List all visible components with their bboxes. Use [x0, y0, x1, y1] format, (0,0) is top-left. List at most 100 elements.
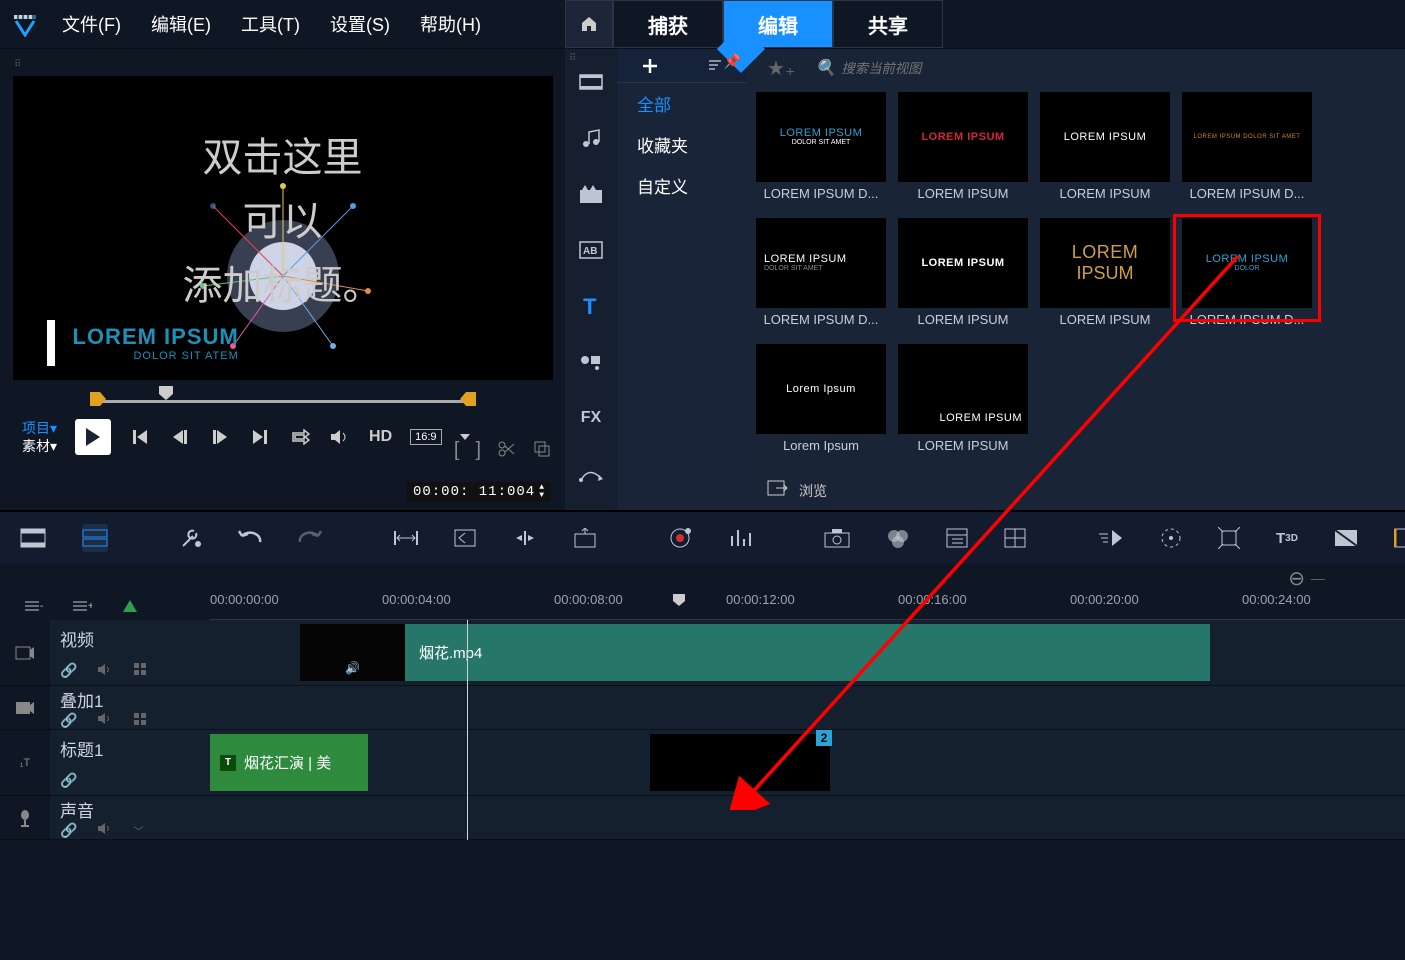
split-clip-icon[interactable]	[497, 439, 517, 462]
title-clip-2[interactable]: 2	[650, 734, 830, 791]
tl-color-icon[interactable]	[886, 524, 910, 552]
title-preset-thumb[interactable]: LOREM IPSUM LOREM IPSUM	[1035, 218, 1175, 342]
title-preset-thumb[interactable]: Lorem Ipsum Lorem Ipsum	[751, 344, 891, 468]
tl-eject-icon[interactable]	[574, 524, 596, 552]
tl-motion-icon[interactable]	[1098, 524, 1124, 552]
volume-icon[interactable]	[329, 426, 351, 448]
track-name-title[interactable]: 标题1	[60, 736, 200, 761]
lib-cat-all[interactable]: 全部	[617, 83, 747, 124]
step-back-icon[interactable]	[169, 426, 191, 448]
mark-in-button[interactable]: [	[454, 439, 460, 462]
panel-grip[interactable]: ⠿	[8, 57, 557, 72]
title-preset-thumb[interactable]: LOREM IPSUM DOLOR SIT AMET LOREM IPSUM D…	[751, 218, 891, 342]
title-preset-thumb[interactable]: LOREM IPSUM DOLOR SIT AMET LOREM IPSUM D…	[1177, 92, 1317, 216]
tl-expand-icon[interactable]	[512, 524, 538, 552]
hd-badge[interactable]: HD	[369, 428, 392, 446]
browse-label[interactable]: 浏览	[799, 481, 827, 501]
lib-cat-favorites[interactable]: 收藏夹	[617, 124, 747, 165]
tab-capture[interactable]: 捕获	[613, 0, 723, 48]
title-preset-thumb[interactable]: LOREM IPSUM DOLOR LOREM IPSUM D...	[1177, 218, 1317, 342]
track-expand-icon[interactable]: +	[68, 592, 96, 620]
tl-zoom-selection-icon[interactable]	[454, 524, 476, 552]
step-fwd-icon[interactable]	[209, 426, 231, 448]
track-dropdown-icon[interactable]: ﹀	[133, 823, 143, 838]
tc-down-icon[interactable]: ▼	[539, 492, 545, 500]
tl-fit-icon[interactable]	[394, 524, 418, 552]
copy-icon[interactable]	[533, 440, 551, 461]
timeline-playhead[interactable]	[467, 620, 468, 840]
ruler-playhead-marker[interactable]	[672, 594, 686, 606]
tl-mask-icon[interactable]	[1334, 524, 1358, 552]
lib-cat-custom[interactable]: 自定义	[617, 165, 747, 206]
menu-tools[interactable]: 工具(T)	[241, 11, 300, 37]
browse-out-icon[interactable]	[767, 480, 789, 501]
track-link-icon[interactable]: 🔗	[60, 662, 77, 679]
tl-track-motion-icon[interactable]	[1160, 524, 1182, 552]
lib-effects-icon[interactable]	[578, 181, 604, 207]
tl-grid-icon[interactable]	[1004, 524, 1026, 552]
track-mute-icon[interactable]	[97, 663, 113, 679]
video-clip[interactable]: 🔊 烟花.mp4	[300, 624, 1210, 681]
title-preset-thumb[interactable]: LOREM IPSUM LOREM IPSUM	[1035, 92, 1175, 216]
track-fx-icon[interactable]	[133, 662, 147, 679]
aspect-ratio-badge[interactable]: 16:9	[410, 429, 441, 445]
track-collapse-icon[interactable]: -	[20, 592, 48, 620]
go-start-icon[interactable]	[129, 426, 151, 448]
preview-scrubber[interactable]	[98, 400, 468, 403]
loop-icon[interactable]	[289, 426, 311, 448]
lib-audio-icon[interactable]	[578, 125, 604, 151]
lib-add-button[interactable]	[617, 49, 682, 82]
mode-project[interactable]: 项目▾	[22, 419, 57, 437]
track-name-audio[interactable]: 声音	[60, 797, 200, 822]
lib-titles-icon[interactable]: T	[578, 293, 604, 319]
pin-icon[interactable]: 📌	[724, 53, 741, 70]
lib-fx-icon[interactable]: FX	[578, 405, 604, 431]
mark-in-handle[interactable]	[90, 392, 106, 406]
tl-audio-mixer-icon[interactable]	[728, 524, 752, 552]
play-button[interactable]	[75, 419, 111, 455]
lib-graphics-icon[interactable]	[578, 349, 604, 375]
timecode-display[interactable]: 00:00: 11:004 ▲▼	[407, 482, 551, 502]
lib-media-icon[interactable]	[578, 69, 604, 95]
go-end-icon[interactable]	[249, 426, 271, 448]
tl-multicam-icon[interactable]	[1218, 524, 1240, 552]
mark-out-button[interactable]: ]	[475, 439, 481, 462]
mode-clip[interactable]: 素材▾	[22, 437, 57, 455]
tl-undo-icon[interactable]	[238, 524, 262, 552]
track-mute-icon[interactable]	[97, 712, 113, 728]
tl-storyboard-icon[interactable]	[20, 524, 46, 552]
scrubber-position-marker[interactable]	[157, 386, 175, 400]
track-name-overlay[interactable]: 叠加1	[60, 687, 200, 712]
tl-timeline-icon[interactable]	[82, 524, 108, 552]
zoom-out-icon[interactable]: ⊖	[1288, 566, 1305, 591]
track-add-icon[interactable]	[116, 592, 144, 620]
mark-out-handle[interactable]	[460, 392, 476, 406]
tab-share[interactable]: 共享	[833, 0, 943, 48]
track-name-video[interactable]: 视频	[60, 626, 200, 651]
tl-snapshot-icon[interactable]	[824, 524, 850, 552]
title-preset-thumb[interactable]: LOREM IPSUM LOREM IPSUM	[893, 344, 1033, 468]
track-link-icon[interactable]: 🔗	[60, 712, 77, 729]
lib-path-icon[interactable]	[578, 461, 604, 487]
lib-favorite-star-icon[interactable]: ★₊	[767, 56, 796, 81]
title-preset-thumb[interactable]: LOREM IPSUM LOREM IPSUM	[893, 92, 1033, 216]
menu-settings[interactable]: 设置(S)	[330, 11, 390, 37]
tl-redo-icon[interactable]	[298, 524, 322, 552]
track-fx-icon[interactable]	[133, 712, 147, 729]
track-link-icon[interactable]: 🔗	[60, 822, 77, 839]
title-clip-1[interactable]: T 烟花汇演 | 美	[210, 734, 368, 791]
title-preset-thumb[interactable]: LOREM IPSUM LOREM IPSUM	[893, 218, 1033, 342]
tl-chapter-icon[interactable]	[946, 524, 968, 552]
library-search-input[interactable]	[841, 61, 1141, 76]
menu-file[interactable]: 文件(F)	[62, 11, 121, 37]
home-button[interactable]	[565, 0, 613, 48]
preview-viewport[interactable]: 双击这里 可以 添加标题。 LOREM IPSUM DOLOR SIT ATEM	[13, 76, 553, 380]
track-mute-icon[interactable]	[97, 822, 113, 838]
menu-edit[interactable]: 编辑(E)	[151, 11, 211, 37]
lib-transitions-icon[interactable]: AB	[578, 237, 604, 263]
menu-help[interactable]: 帮助(H)	[420, 11, 481, 37]
tl-tools-icon[interactable]	[180, 524, 202, 552]
panel-grip[interactable]: ⠿	[569, 53, 576, 64]
tl-3d-title-icon[interactable]: T3D	[1276, 524, 1298, 552]
title-preset-thumb[interactable]: LOREM IPSUM DOLOR SIT AMET LOREM IPSUM D…	[751, 92, 891, 216]
